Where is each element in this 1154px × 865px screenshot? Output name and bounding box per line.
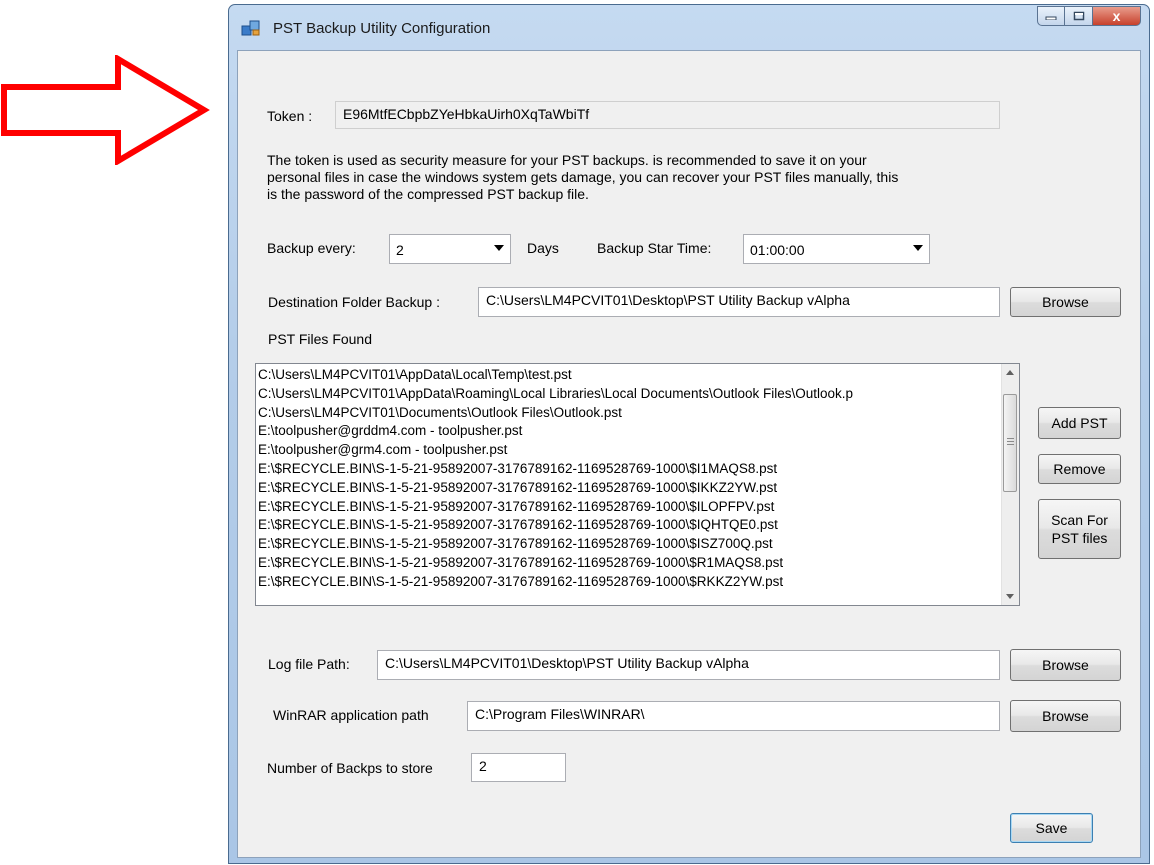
pst-files-listbox[interactable]: C:\Users\LM4PCVIT01\AppData\Local\Temp\t… [255,363,1020,606]
destination-browse-button[interactable]: Browse [1010,287,1121,317]
backups-to-store-label: Number of Backps to store [267,760,433,776]
backup-every-dropdown[interactable]: 2 [389,234,511,264]
backup-every-label: Backup every: [267,240,356,256]
log-file-field[interactable]: C:\Users\LM4PCVIT01\Desktop\PST Utility … [377,650,1000,680]
start-time-label: Backup Star Time: [597,240,712,256]
backups-to-store-field[interactable]: 2 [471,753,566,782]
list-item[interactable]: E:\$RECYCLE.BIN\S-1-5-21-95892007-317678… [258,498,1001,517]
info-text-line-3: is the password of the compressed PST ba… [267,186,589,202]
app-icon [241,20,260,36]
list-item[interactable]: C:\Users\LM4PCVIT01\AppData\Local\Temp\t… [258,366,1001,385]
config-window: PST Backup Utility Configuration x Token… [228,4,1150,864]
close-button[interactable]: x [1093,6,1141,26]
log-file-label: Log file Path: [268,656,350,672]
list-item[interactable]: E:\$RECYCLE.BIN\S-1-5-21-95892007-317678… [258,516,1001,535]
destination-label: Destination Folder Backup : [268,294,440,310]
scrollbar-thumb[interactable] [1003,394,1017,492]
chevron-down-icon [913,245,923,251]
minimize-icon [1045,16,1057,20]
list-item[interactable]: E:\$RECYCLE.BIN\S-1-5-21-95892007-317678… [258,554,1001,573]
list-item[interactable]: C:\Users\LM4PCVIT01\Documents\Outlook Fi… [258,404,1001,423]
scan-for-pst-button[interactable]: Scan For PST files [1038,499,1121,559]
remove-button[interactable]: Remove [1038,454,1121,484]
window-title: PST Backup Utility Configuration [273,20,491,37]
maximize-button[interactable] [1065,6,1093,26]
start-time-value: 01:00:00 [750,242,805,258]
backup-every-value: 2 [396,242,404,258]
list-item[interactable]: E:\$RECYCLE.BIN\S-1-5-21-95892007-317678… [258,460,1001,479]
list-item[interactable]: E:\$RECYCLE.BIN\S-1-5-21-95892007-317678… [258,573,1001,592]
info-text-line-1: The token is used as security measure fo… [267,152,867,168]
token-field[interactable]: E96MtfECbpbZYeHbkaUirh0XqTaWbiTf [335,101,1000,129]
info-text-line-2: personal files in case the windows syste… [267,169,899,185]
pst-files-list: C:\Users\LM4PCVIT01\AppData\Local\Temp\t… [258,366,1001,592]
list-item[interactable]: E:\$RECYCLE.BIN\S-1-5-21-95892007-317678… [258,535,1001,554]
list-item[interactable]: E:\toolpusher@grddm4.com - toolpusher.ps… [258,422,1001,441]
list-item[interactable]: C:\Users\LM4PCVIT01\AppData\Roaming\Loca… [258,385,1001,404]
pst-files-label: PST Files Found [268,331,373,347]
winrar-browse-button[interactable]: Browse [1010,700,1121,732]
list-item[interactable]: E:\toolpusher@grm4.com - toolpusher.pst [258,441,1001,460]
winrar-path-field[interactable]: C:\Program Files\WINRAR\ [467,701,1000,731]
scan-label-line-2: PST files [1051,530,1108,546]
winrar-label: WinRAR application path [273,707,429,723]
minimize-button[interactable] [1037,6,1065,26]
client-area: Token : E96MtfECbpbZYeHbkaUirh0XqTaWbiTf… [237,50,1141,858]
add-pst-button[interactable]: Add PST [1038,407,1121,439]
title-bar[interactable]: PST Backup Utility Configuration x [229,5,1149,49]
chevron-down-icon [494,245,504,251]
scan-label-line-1: Scan For [1051,512,1108,528]
maximize-icon [1073,11,1084,21]
token-label: Token : [267,108,313,124]
annotation-arrow-icon [1,55,210,165]
close-icon: x [1112,8,1121,24]
save-button[interactable]: Save [1010,813,1093,843]
scroll-down-arrow-icon[interactable] [1006,594,1014,599]
list-item[interactable]: E:\$RECYCLE.BIN\S-1-5-21-95892007-317678… [258,479,1001,498]
start-time-dropdown[interactable]: 01:00:00 [743,234,930,264]
scroll-up-arrow-icon[interactable] [1006,370,1014,375]
log-file-browse-button[interactable]: Browse [1010,649,1121,681]
destination-field[interactable]: C:\Users\LM4PCVIT01\Desktop\PST Utility … [478,287,1000,317]
days-label: Days [527,240,559,256]
pst-list-scrollbar[interactable] [1001,364,1019,605]
